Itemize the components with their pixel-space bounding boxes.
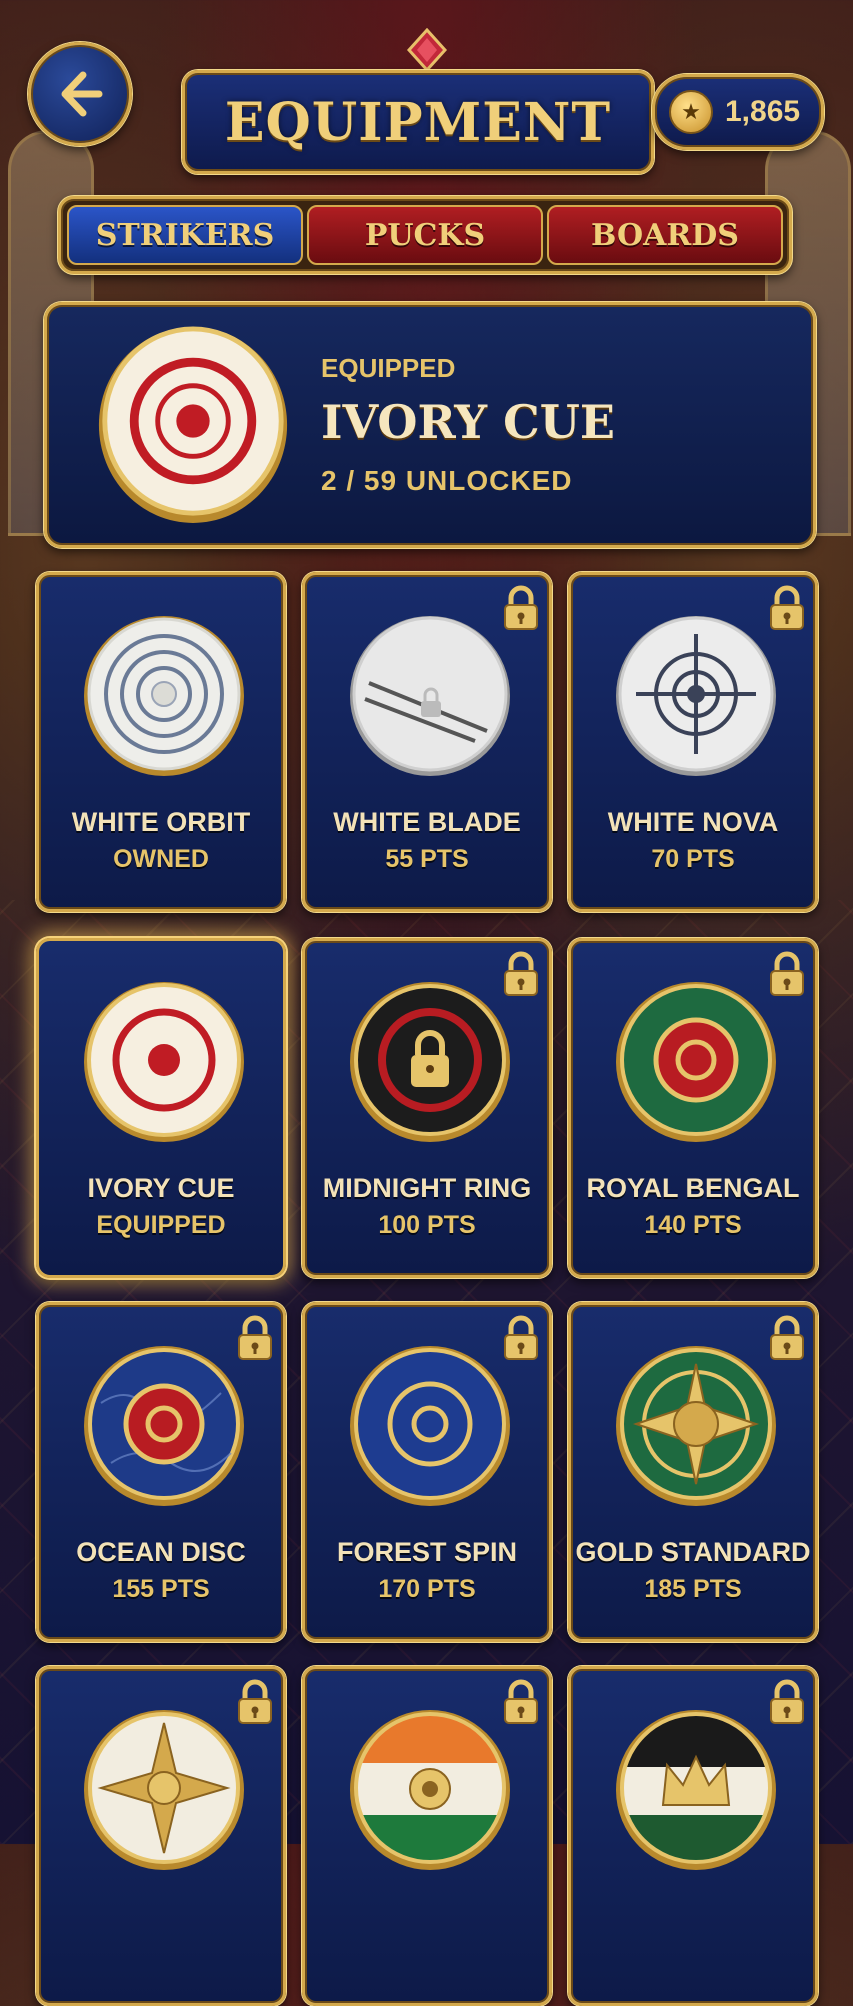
equipped-name: IVORY CUE [321,395,615,449]
striker-card-crown[interactable] [568,1666,818,2006]
striker-card-white-nova[interactable]: WHITE NOVA 70 PTS [568,572,818,912]
striker-name: ROYAL BENGAL [586,1173,800,1203]
lock-icon [504,585,538,630]
coin-balance: ★ 1,865 [652,74,824,150]
equipped-panel: EQUIPPED IVORY CUE 2 / 59 UNLOCKED [44,302,816,548]
lock-icon [770,951,804,996]
striker-card-gold-star[interactable] [36,1666,286,2006]
striker-disc-icon [84,1710,244,1870]
striker-price: 140 PTS [644,1211,742,1239]
gem-ornament-icon [406,28,448,72]
striker-card-midnight-ring[interactable]: MIDNIGHT RING 100 PTS [302,938,552,1278]
striker-price: 155 PTS [112,1575,210,1603]
striker-price: 185 PTS [644,1575,742,1603]
striker-name: MIDNIGHT RING [322,1173,532,1203]
star-coin-icon: ★ [669,90,713,134]
striker-disc-icon [350,1346,510,1506]
title-banner: EQUIPMENT [182,70,654,174]
lock-icon [238,1315,272,1360]
lock-icon [770,1315,804,1360]
striker-price: OWNED [113,845,209,873]
back-button[interactable] [28,42,132,146]
striker-price: EQUIPPED [96,1211,226,1239]
lock-icon [504,951,538,996]
striker-card-royal-bengal[interactable]: ROYAL BENGAL 140 PTS [568,938,818,1278]
striker-disc-icon [616,1346,776,1506]
striker-price: 55 PTS [385,845,469,873]
equipped-striker-icon [98,326,288,523]
equipped-label: EQUIPPED [321,353,456,383]
lock-icon [238,1679,272,1724]
striker-disc-icon [616,1710,776,1870]
striker-disc-icon [350,1710,510,1870]
striker-card-gold-standard[interactable]: GOLD STANDARD 185 PTS [568,1302,818,1642]
striker-name: WHITE NOVA [607,807,779,837]
striker-card-white-orbit[interactable]: WHITE ORBIT OWNED [36,572,286,912]
striker-card-forest-spin[interactable]: FOREST SPIN 170 PTS [302,1302,552,1642]
striker-name: WHITE BLADE [333,807,521,837]
striker-disc-icon [84,1346,244,1506]
striker-name: OCEAN DISC [76,1537,246,1567]
striker-disc-icon [616,616,776,776]
category-tabs: STRIKERS PUCKS BOARDS [58,196,792,274]
striker-name: GOLD STANDARD [575,1537,811,1567]
striker-disc-icon [350,616,510,776]
lock-icon [504,1679,538,1724]
striker-price: 170 PTS [378,1575,476,1603]
striker-name: WHITE ORBIT [71,807,251,837]
striker-price: 70 PTS [651,845,735,873]
lock-icon [504,1315,538,1360]
arrow-left-icon [61,71,103,117]
lock-icon [770,585,804,630]
striker-card-ivory-cue[interactable]: IVORY CUE EQUIPPED [36,938,286,1278]
unlock-progress: 2 / 59 UNLOCKED [321,465,573,496]
striker-name: IVORY CUE [87,1173,235,1203]
page-title: EQUIPMENT [224,91,612,153]
striker-name: FOREST SPIN [336,1537,518,1567]
striker-price: 100 PTS [378,1211,476,1239]
striker-card-white-blade[interactable]: WHITE BLADE 55 PTS [302,572,552,912]
coin-value: 1,865 [725,95,801,128]
lock-icon [770,1679,804,1724]
striker-disc-icon [616,982,776,1142]
tab-pucks[interactable]: PUCKS [307,205,543,265]
striker-disc-icon [84,982,244,1142]
striker-card-ocean-disc[interactable]: OCEAN DISC 155 PTS [36,1302,286,1642]
tab-boards[interactable]: BOARDS [547,205,783,265]
striker-disc-icon [350,982,510,1142]
striker-card-tricolor[interactable] [302,1666,552,2006]
tab-strikers[interactable]: STRIKERS [67,205,303,265]
striker-disc-icon [84,616,244,776]
